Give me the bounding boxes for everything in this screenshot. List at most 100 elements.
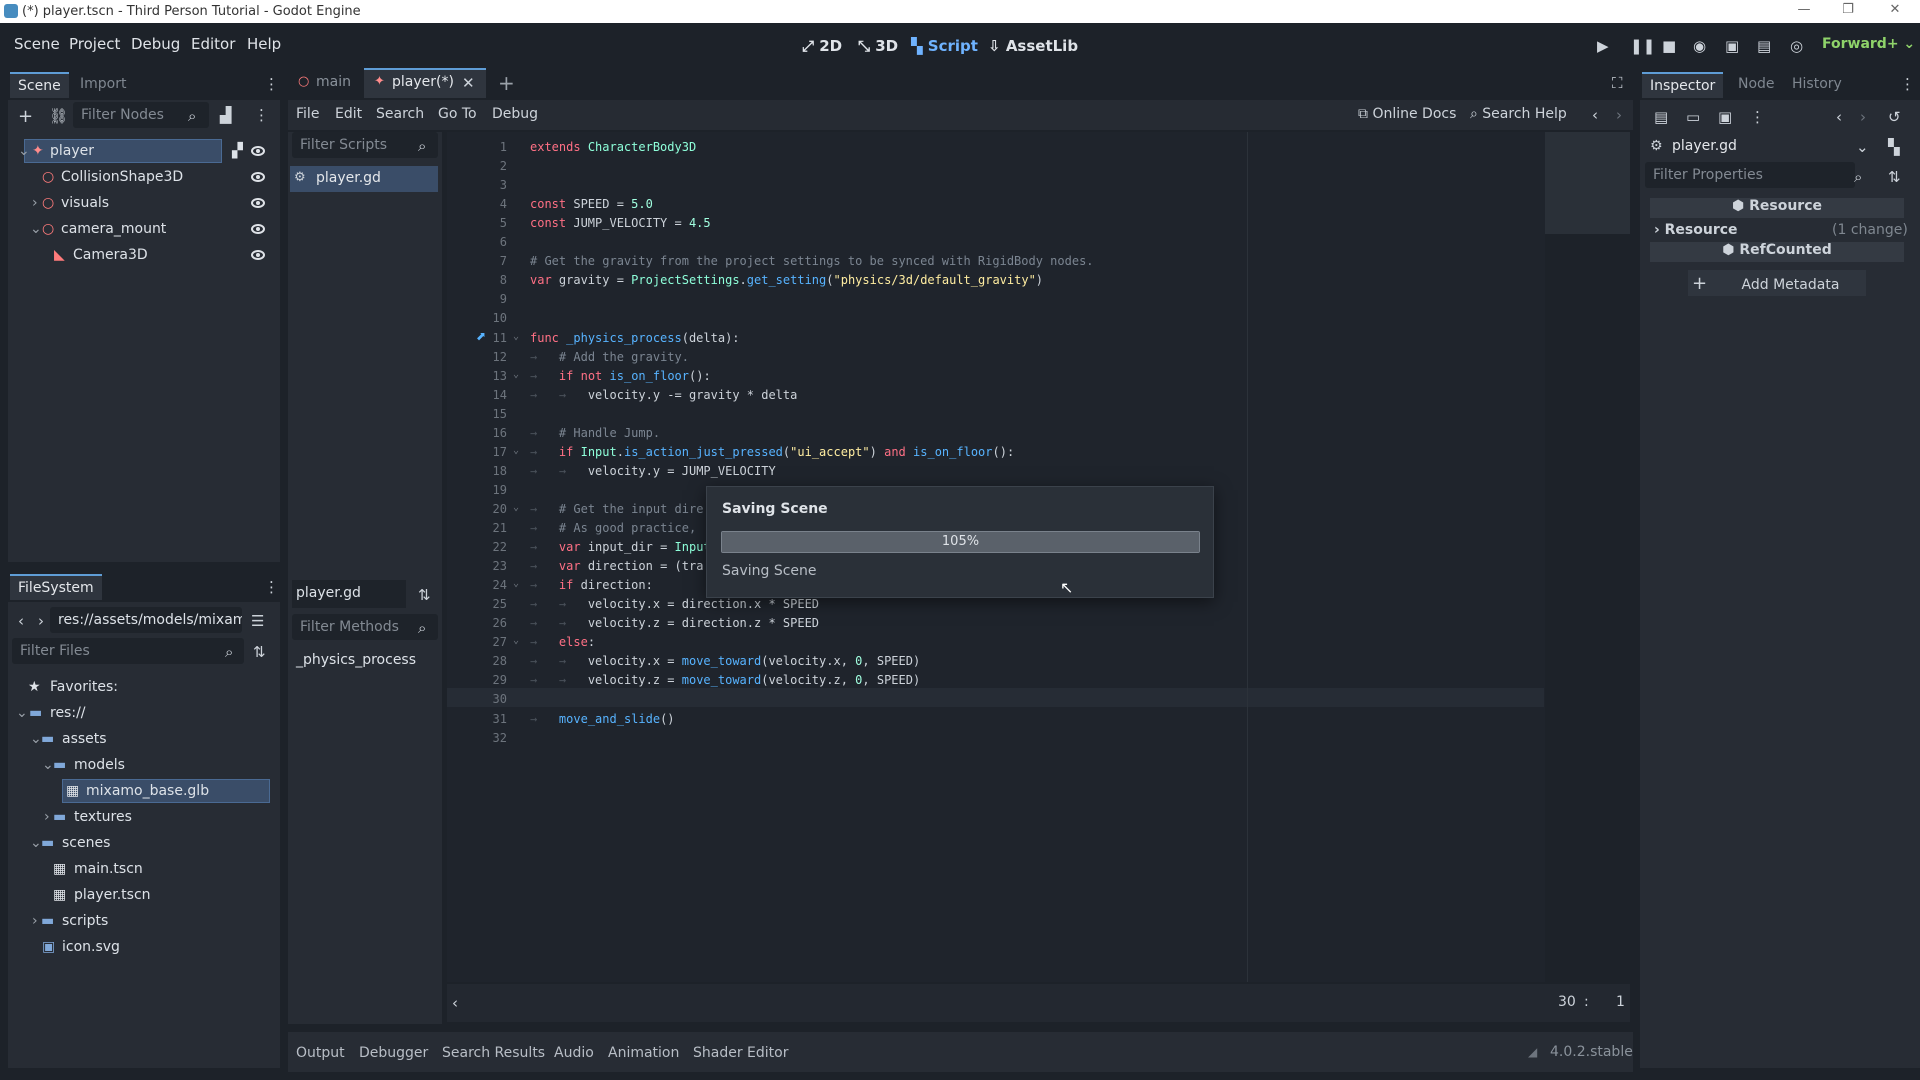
split-mode-icon[interactable]: ☰ bbox=[251, 612, 264, 630]
add-metadata-button[interactable]: + Add Metadata bbox=[1688, 270, 1866, 296]
close-tab-icon[interactable]: ✕ bbox=[462, 74, 475, 92]
bottom-tab-search-results[interactable]: Search Results bbox=[442, 1045, 545, 1061]
fs-item-main-tscn[interactable]: main.tscn bbox=[74, 861, 143, 877]
save-icon[interactable]: ▣ bbox=[1718, 108, 1732, 126]
fold-arrow-icon[interactable]: ⌄ bbox=[513, 445, 519, 456]
filter-files-input[interactable]: Filter Files bbox=[12, 638, 244, 664]
bottom-tab-animation[interactable]: Animation bbox=[608, 1045, 679, 1061]
dock-menu-icon[interactable]: ⋮ bbox=[264, 75, 279, 93]
bottom-tab-shader-editor[interactable]: Shader Editor bbox=[693, 1045, 788, 1061]
movie-maker-icon[interactable]: ◎ bbox=[1790, 37, 1803, 55]
inspected-resource[interactable]: player.gd bbox=[1672, 138, 1737, 154]
collapse-arrow-icon[interactable]: ⌄ bbox=[16, 705, 28, 721]
online-docs-button[interactable]: ⧉ Online Docs bbox=[1358, 106, 1456, 122]
collapse-arrow-icon[interactable]: ⌄ bbox=[42, 757, 54, 773]
menu-scene[interactable]: Scene bbox=[14, 35, 60, 53]
chevron-down-icon[interactable]: ⌄ bbox=[1856, 138, 1869, 156]
visibility-eye-icon[interactable] bbox=[251, 172, 265, 182]
history-back-icon[interactable]: ‹ bbox=[1836, 108, 1842, 126]
search-help-button[interactable]: ⌕ Search Help bbox=[1470, 106, 1567, 122]
menu-editor[interactable]: Editor bbox=[191, 35, 235, 53]
tab-main[interactable]: main bbox=[316, 74, 351, 90]
prev-script-icon[interactable]: ‹ bbox=[1592, 106, 1598, 124]
more-options-icon[interactable]: ⋮ bbox=[1750, 108, 1765, 126]
fs-item-player-tscn[interactable]: player.tscn bbox=[74, 887, 151, 903]
visibility-eye-icon[interactable] bbox=[251, 250, 265, 260]
scene-options-icon[interactable]: ⋮ bbox=[254, 106, 269, 124]
fs-item-scripts[interactable]: scripts bbox=[62, 913, 108, 929]
tab-scene[interactable]: Scene bbox=[10, 72, 69, 98]
mode-3d-button[interactable]: ⤡ 3D bbox=[858, 37, 898, 55]
tab-import[interactable]: Import bbox=[72, 72, 134, 96]
fold-arrow-icon[interactable]: ⌄ bbox=[513, 635, 519, 646]
mode-script-button[interactable]: ▚ Script bbox=[911, 37, 978, 55]
visibility-eye-icon[interactable] bbox=[251, 146, 265, 156]
method-physics-process[interactable]: _physics_process bbox=[296, 652, 416, 668]
property-options-icon[interactable]: ⇅ bbox=[1888, 168, 1901, 186]
menu-project[interactable]: Project bbox=[69, 35, 120, 53]
script-icon[interactable]: ▚ bbox=[1888, 138, 1900, 156]
next-script-icon[interactable]: › bbox=[1616, 106, 1622, 124]
object-history-icon[interactable]: ↺ bbox=[1888, 108, 1901, 126]
filter-scripts-input[interactable]: Filter Scripts bbox=[292, 132, 438, 158]
tab-inspector[interactable]: Inspector bbox=[1642, 72, 1724, 98]
script-attached-icon[interactable]: ▞ bbox=[232, 143, 243, 159]
sort-icon[interactable]: ⇅ bbox=[418, 586, 431, 604]
filter-properties-input[interactable]: Filter Properties bbox=[1645, 162, 1855, 188]
mode-2d-button[interactable]: ⤢ 2D bbox=[802, 37, 842, 55]
script-menu-search[interactable]: Search bbox=[376, 106, 424, 122]
node-collisionshape3d[interactable]: CollisionShape3D bbox=[61, 169, 183, 185]
node-camera3d[interactable]: Camera3D bbox=[73, 247, 148, 263]
fs-item-mixamo-base[interactable]: mixamo_base.glb bbox=[86, 783, 209, 799]
path-field[interactable]: res://assets/models/mixam bbox=[50, 607, 242, 633]
toggle-scripts-panel-icon[interactable]: ‹ bbox=[452, 994, 458, 1012]
fs-item-scenes[interactable]: scenes bbox=[62, 835, 110, 851]
script-menu-goto[interactable]: Go To bbox=[438, 106, 477, 122]
history-forward-icon[interactable]: › bbox=[1860, 108, 1866, 126]
play-custom-scene-icon[interactable]: ▤ bbox=[1757, 37, 1771, 55]
play-scene-icon[interactable]: ▣ bbox=[1725, 37, 1739, 55]
collapse-arrow-icon[interactable]: ⌄ bbox=[18, 143, 30, 159]
expand-arrow-icon[interactable]: › bbox=[44, 809, 50, 825]
attach-script-icon[interactable]: ▟ bbox=[220, 106, 232, 124]
dock-menu-icon[interactable]: ⋮ bbox=[1900, 75, 1915, 93]
minimize-icon[interactable]: — bbox=[1784, 2, 1824, 21]
bottom-tab-audio[interactable]: Audio bbox=[554, 1045, 594, 1061]
expand-arrow-icon[interactable]: › bbox=[32, 913, 38, 929]
tab-player[interactable]: player(*) bbox=[392, 74, 454, 90]
stop-icon[interactable]: ■ bbox=[1662, 37, 1676, 55]
minimap[interactable] bbox=[1545, 132, 1630, 982]
filter-methods-input[interactable]: Filter Methods bbox=[292, 614, 438, 640]
fs-item-icon-svg[interactable]: icon.svg bbox=[62, 939, 120, 955]
visibility-eye-icon[interactable] bbox=[251, 224, 265, 234]
collapse-arrow-icon[interactable]: ⌄ bbox=[30, 835, 42, 851]
script-item-player-gd[interactable]: player.gd bbox=[316, 170, 381, 186]
expand-arrow-icon[interactable]: › bbox=[32, 195, 38, 211]
script-menu-debug[interactable]: Debug bbox=[492, 106, 538, 122]
add-node-icon[interactable]: + bbox=[18, 106, 33, 127]
remote-debug-icon[interactable]: ◉ bbox=[1693, 37, 1706, 55]
fs-item-res[interactable]: res:// bbox=[50, 705, 86, 721]
fold-arrow-icon[interactable]: ⌄ bbox=[513, 369, 519, 380]
fold-arrow-icon[interactable]: ⌄ bbox=[513, 578, 519, 589]
back-icon[interactable]: ‹ bbox=[18, 612, 24, 630]
close-window-icon[interactable]: ✕ bbox=[1875, 2, 1915, 21]
fold-arrow-icon[interactable]: ⌄ bbox=[513, 331, 519, 342]
script-menu-file[interactable]: File bbox=[296, 106, 319, 122]
tab-history[interactable]: History bbox=[1784, 72, 1850, 96]
link-icon[interactable]: ⛓ bbox=[49, 107, 68, 125]
forward-icon[interactable]: › bbox=[38, 612, 44, 630]
collapse-arrow-icon[interactable]: ⌄ bbox=[30, 731, 42, 747]
tab-filesystem[interactable]: FileSystem bbox=[10, 574, 102, 600]
bottom-tab-debugger[interactable]: Debugger bbox=[359, 1045, 428, 1061]
menu-debug[interactable]: Debug bbox=[131, 35, 180, 53]
fs-item-assets[interactable]: assets bbox=[62, 731, 107, 747]
play-icon[interactable]: ▶ bbox=[1597, 37, 1609, 55]
fs-item-models[interactable]: models bbox=[74, 757, 125, 773]
fs-item-textures[interactable]: textures bbox=[74, 809, 132, 825]
script-menu-edit[interactable]: Edit bbox=[335, 106, 362, 122]
resource-row[interactable]: › Resource bbox=[1654, 222, 1738, 238]
pause-icon[interactable]: ❚❚ bbox=[1630, 37, 1655, 55]
tab-node[interactable]: Node bbox=[1730, 72, 1783, 96]
renderer-select[interactable]: Forward+ ⌄ bbox=[1822, 36, 1915, 52]
